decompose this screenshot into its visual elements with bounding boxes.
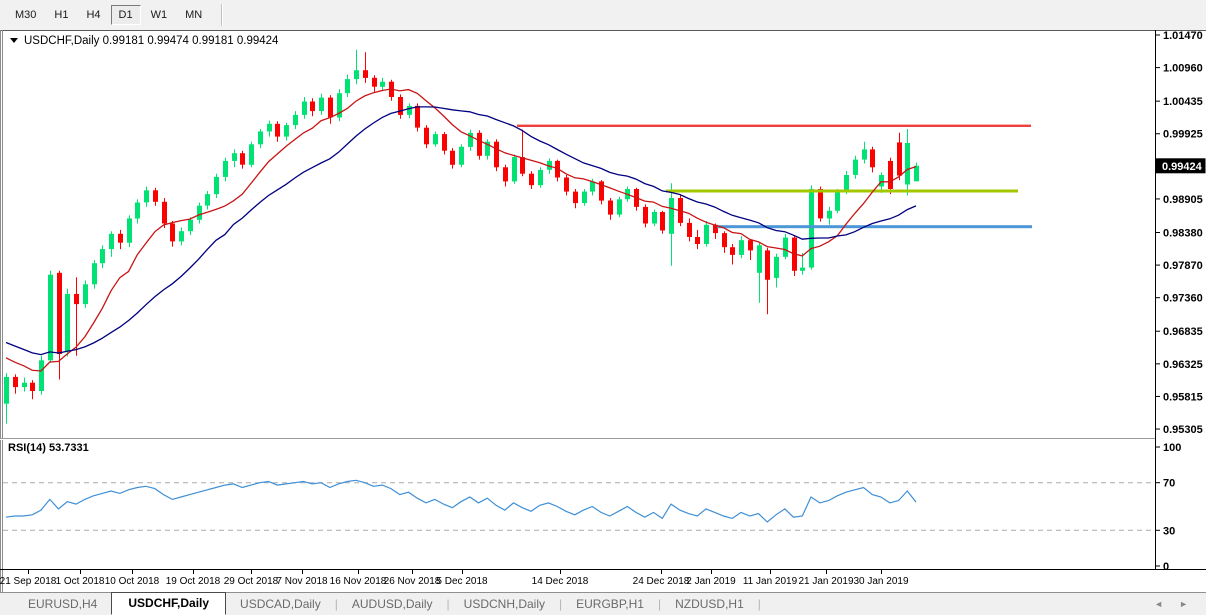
price-tick-label: 0.95815: [1163, 391, 1203, 403]
price-chart-canvas[interactable]: 1.01470 1.00960 1.00435 0.99925 0.98905 0.983…: [0, 30, 1206, 592]
current-price-label: 0.99424: [1162, 161, 1203, 173]
date-tick-label: 30 Jan 2019: [853, 576, 908, 587]
rsi-indicator-label: RSI(14) 53.7331: [8, 442, 89, 454]
tab-scroll-left-icon[interactable]: ◄: [1146, 599, 1171, 609]
resistance-line[interactable]: [517, 125, 1031, 127]
symbol-dropdown-icon[interactable]: [10, 38, 18, 43]
price-tick-label: 0.98905: [1163, 194, 1203, 206]
tab-scroll-right-icon[interactable]: ►: [1171, 599, 1196, 609]
ma-slow-line: [6, 107, 916, 355]
tab-usdcad-daily[interactable]: USDCAD,Daily: [226, 595, 335, 613]
price-tick-label: 0.96325: [1163, 359, 1203, 371]
date-tick-label: 21 Sep 2018: [0, 576, 57, 587]
price-tick-label: 0.99925: [1163, 129, 1203, 141]
tab-separator: |: [758, 597, 761, 611]
tab-audusd-daily[interactable]: AUDUSD,Daily: [338, 595, 447, 613]
date-tick-label: 5 Dec 2018: [436, 576, 488, 587]
timeframe-button-d1[interactable]: D1: [111, 5, 141, 25]
timeframe-button-w1[interactable]: W1: [143, 5, 176, 25]
date-tick-label: 10 Oct 2018: [105, 576, 160, 587]
date-tick-label: 7 Nov 2018: [276, 576, 328, 587]
tab-nzdusd-h1[interactable]: NZDUSD,H1: [661, 595, 758, 613]
price-tick-label: 1.01470: [1163, 30, 1203, 42]
price-tick-label: 1.00435: [1163, 96, 1203, 108]
date-tick-label: 26 Nov 2018: [384, 576, 441, 587]
tab-eurusd-h4[interactable]: EURUSD,H4: [14, 595, 111, 613]
candles: [4, 50, 919, 424]
date-tick-label: 1 Oct 2018: [56, 576, 105, 587]
date-tick-label: 14 Dec 2018: [532, 576, 589, 587]
date-tick-label: 29 Oct 2018: [224, 576, 279, 587]
rsi-line: [6, 480, 916, 522]
timeframe-button-mn[interactable]: MN: [177, 5, 210, 25]
timeframe-button-m30[interactable]: M30: [7, 5, 44, 25]
tab-eurgbp-h1[interactable]: EURGBP,H1: [562, 595, 658, 613]
date-tick-label: 16 Nov 2018: [330, 576, 387, 587]
rsi-tick-label: 70: [1163, 478, 1175, 490]
tab-scroll-arrows: ◄ ►: [1146, 599, 1206, 609]
date-tick-label: 19 Oct 2018: [166, 576, 221, 587]
date-tick-label: 2 Jan 2019: [686, 576, 736, 587]
ma-fast-line: [6, 89, 916, 371]
date-tick-label: 21 Jan 2019: [798, 576, 853, 587]
price-tick-label: 0.95305: [1163, 424, 1203, 436]
rsi-tick-label: 0: [1163, 561, 1169, 573]
timeframe-button-h1[interactable]: H1: [46, 5, 76, 25]
timeframe-toolbar: M30 H1 H4 D1 W1 MN: [0, 0, 1206, 30]
date-tick-label: 24 Dec 2018: [633, 576, 690, 587]
price-tick-label: 0.97360: [1163, 293, 1203, 305]
tab-usdcnh-daily[interactable]: USDCNH,Daily: [450, 595, 559, 613]
pivot-line[interactable]: [666, 190, 1018, 193]
timeframe-button-h4[interactable]: H4: [78, 5, 108, 25]
date-tick-label: 11 Jan 2019: [743, 576, 798, 587]
price-tick-label: 0.96835: [1163, 326, 1203, 338]
rsi-tick-label: 100: [1163, 442, 1181, 454]
rsi-tick-label: 30: [1163, 525, 1175, 537]
price-tick-label: 0.98380: [1163, 227, 1203, 239]
trading-app-window: M30 H1 H4 D1 W1 MN 1.01470 1.00960 1.00435…: [0, 0, 1206, 615]
price-tick-label: 0.97870: [1163, 260, 1203, 272]
tab-usdchf-daily[interactable]: USDCHF,Daily: [111, 592, 226, 615]
price-tick-label: 1.00960: [1163, 63, 1203, 75]
chart-title-ohlc: USDCHF,Daily 0.99181 0.99474 0.99181 0.9…: [24, 35, 279, 47]
toolbar-separator: [221, 4, 223, 26]
symbol-tab-bar: EURUSD,H4 USDCHF,Daily USDCAD,Daily | AU…: [0, 592, 1206, 615]
